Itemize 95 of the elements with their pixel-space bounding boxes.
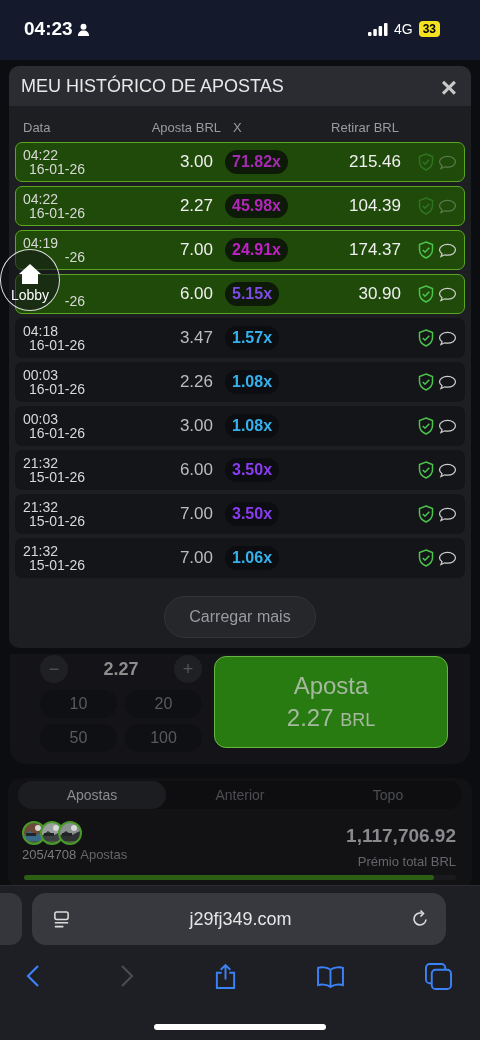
signal-icon xyxy=(367,22,388,36)
bet-count: 205/4708 xyxy=(22,847,77,862)
bet-count-label: Apostas xyxy=(80,847,128,862)
shield-check-icon[interactable] xyxy=(418,285,434,303)
bet-amount: 2.26 xyxy=(178,372,213,392)
date-text: 16-01-26 xyxy=(27,162,85,176)
time-text: 04:19 xyxy=(23,236,60,250)
bet-button[interactable]: Aposta 2.27 BRL xyxy=(214,656,448,748)
back-icon[interactable] xyxy=(26,964,40,988)
date-text: 15-01-26 xyxy=(27,558,85,572)
time-text: 21:32 xyxy=(23,500,60,514)
shield-check-icon[interactable] xyxy=(418,373,434,391)
multiplier-badge: 3.50x xyxy=(225,502,280,526)
chat-bubble-icon[interactable] xyxy=(438,418,457,434)
prize-total: 1,117,706.92 xyxy=(346,825,456,847)
prize-total-label: Prémio total BRL xyxy=(357,854,456,869)
bet-amount: 3.00 xyxy=(178,416,213,436)
load-more-button[interactable]: Carregar mais xyxy=(164,596,316,638)
cashout-amount: 174.37 xyxy=(348,240,401,260)
chat-bubble-icon[interactable] xyxy=(438,286,457,302)
multiplier-badge: 5.15x xyxy=(225,282,280,306)
multiplier-badge: 24.91x xyxy=(225,238,288,262)
time-text: 21:32 xyxy=(23,544,60,558)
cashout-amount: 30.90 xyxy=(357,284,401,304)
person-icon xyxy=(76,22,90,36)
multiplier-badge: 1.57x xyxy=(225,326,280,350)
chat-bubble-icon[interactable] xyxy=(438,550,457,566)
amount-chip[interactable]: 50 xyxy=(40,724,117,752)
book-icon[interactable] xyxy=(316,964,346,988)
column-header: Retirar BRL xyxy=(330,120,399,135)
chat-bubble-icon[interactable] xyxy=(438,242,457,258)
shield-check-icon[interactable] xyxy=(418,329,434,347)
chat-bubble-icon[interactable] xyxy=(438,462,457,478)
shield-check-icon[interactable] xyxy=(418,241,434,259)
network-label: 4G xyxy=(393,21,413,37)
time-text: 00:03 xyxy=(23,368,60,382)
bet-amount-value: 2.27 xyxy=(103,658,139,680)
bet-amount: 7.00 xyxy=(178,548,213,568)
time-text: 21:32 xyxy=(23,456,60,470)
shield-check-icon[interactable] xyxy=(418,549,434,567)
clock-time: 04:23 xyxy=(24,18,73,40)
column-header: X xyxy=(233,120,242,135)
date-text: 16-01-26 xyxy=(27,338,85,352)
column-header: Aposta BRL xyxy=(150,120,221,135)
cashout-amount: 215.46 xyxy=(348,152,401,172)
multiplier-badge: 3.50x xyxy=(225,458,280,482)
chat-bubble-icon[interactable] xyxy=(438,506,457,522)
tabs-icon[interactable] xyxy=(425,962,452,990)
bet-amount: 6.00 xyxy=(178,284,213,304)
date-text: 16-01-26 xyxy=(27,426,85,440)
home-icon xyxy=(18,263,42,285)
close-button[interactable]: × xyxy=(438,74,459,102)
multiplier-badge: 1.08x xyxy=(225,414,280,438)
date-text: 16-01-26 xyxy=(27,206,85,220)
share-icon[interactable] xyxy=(213,962,237,990)
bet-amount: 3.00 xyxy=(178,152,213,172)
amount-chip[interactable]: 10 xyxy=(40,690,117,718)
date-text: 15-01-26 xyxy=(27,470,85,484)
url-text: j29fj349.com xyxy=(189,908,292,930)
minus-button[interactable]: − xyxy=(40,655,68,683)
date-text: -26 xyxy=(63,250,85,264)
bet-amount: 7.00 xyxy=(178,504,213,524)
chat-bubble-icon[interactable] xyxy=(438,330,457,346)
multiplier-badge: 71.82x xyxy=(225,150,288,174)
chat-bubble-icon[interactable] xyxy=(438,374,457,390)
modal-title: MEU HISTÓRICO DE APOSTAS xyxy=(21,75,284,97)
bet-amount: 7.00 xyxy=(178,240,213,260)
shield-check-icon[interactable] xyxy=(418,461,434,479)
shield-check-icon[interactable] xyxy=(418,505,434,523)
battery-indicator: 33 xyxy=(418,21,440,37)
address-bar[interactable]: j29fj349.com xyxy=(32,893,446,945)
tab[interactable]: Anterior xyxy=(166,781,314,809)
multiplier-badge: 45.98x xyxy=(225,194,288,218)
date-text: 16-01-26 xyxy=(27,382,85,396)
amount-chip[interactable]: 20 xyxy=(125,690,202,718)
time-text: 00:03 xyxy=(23,412,60,426)
lobby-button[interactable]: Lobby xyxy=(0,249,60,311)
bet-amount: 6.00 xyxy=(178,460,213,480)
amount-chip[interactable]: 100 xyxy=(125,724,202,752)
tab[interactable]: Apostas xyxy=(18,781,166,809)
multiplier-badge: 1.06x xyxy=(225,546,280,570)
reload-icon[interactable] xyxy=(410,909,430,929)
time-text: 04:22 xyxy=(23,148,60,162)
time-text: 04:18 xyxy=(23,324,60,338)
reader-icon[interactable] xyxy=(52,909,71,929)
bet-amount: 3.47 xyxy=(178,328,213,348)
cashout-amount: 104.39 xyxy=(348,196,401,216)
time-text: 04:22 xyxy=(23,192,60,206)
multiplier-badge: 1.08x xyxy=(225,370,280,394)
shield-check-icon[interactable] xyxy=(418,417,434,435)
plus-button[interactable]: + xyxy=(174,655,202,683)
tab[interactable]: Topo xyxy=(314,781,462,809)
date-text: 15-01-26 xyxy=(27,514,85,528)
column-header: Data xyxy=(23,120,52,135)
bet-amount: 2.27 xyxy=(178,196,213,216)
